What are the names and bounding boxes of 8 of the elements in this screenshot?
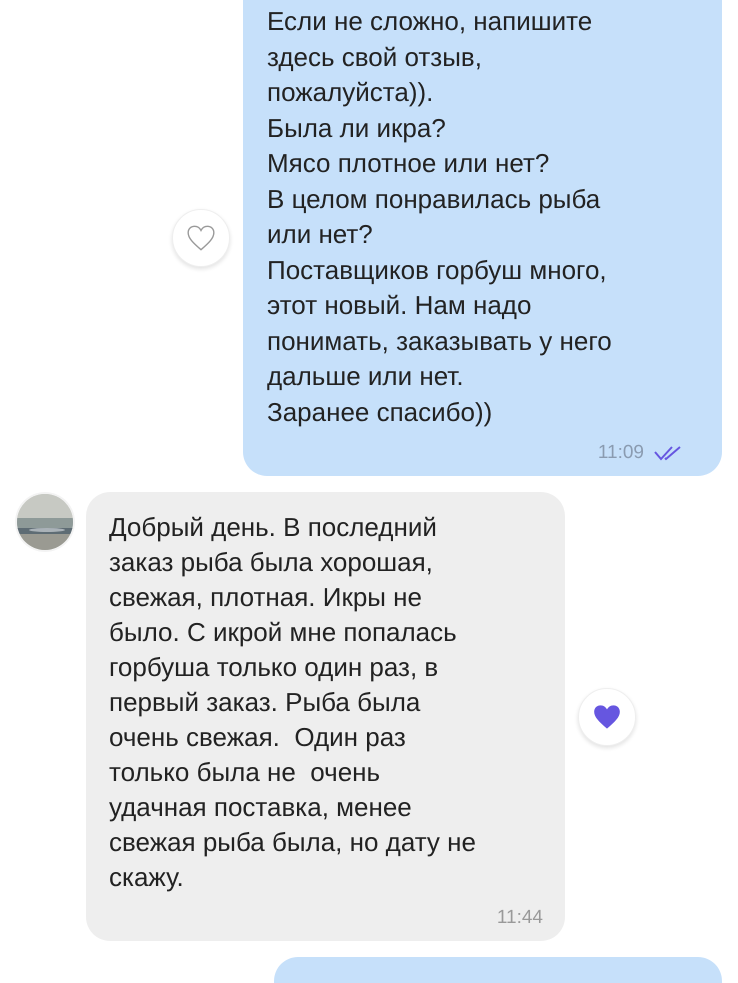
message-time: 11:09 [598,442,644,464]
like-button[interactable] [172,209,230,267]
message-text: Если не сложно, напишите здесь свой отзыв, пожалуйста)). Была ли икра? Мясо плотное или нет? В целом понравилась рыба или нет? Поставщиков горбуш много, этот новый. Нам надо понимать, заказывать у него дальше или нет. Заранее спасибо)) [267,5,613,428]
like-button[interactable] [578,688,636,746]
heart-icon [187,225,215,251]
message-text: Добрый день. В последний заказ рыба была хорошая, свежая, плотная. Икры не было. С икрой мне попалась горбуша только один раз, в первый заказ. Рыба была очень свежая. Один раз только была не очень удачная поставка, менее свежая рыба была, но дату не скажу. [109,511,477,894]
heart-icon [593,704,621,730]
message-time: 11:44 [496,907,543,929]
